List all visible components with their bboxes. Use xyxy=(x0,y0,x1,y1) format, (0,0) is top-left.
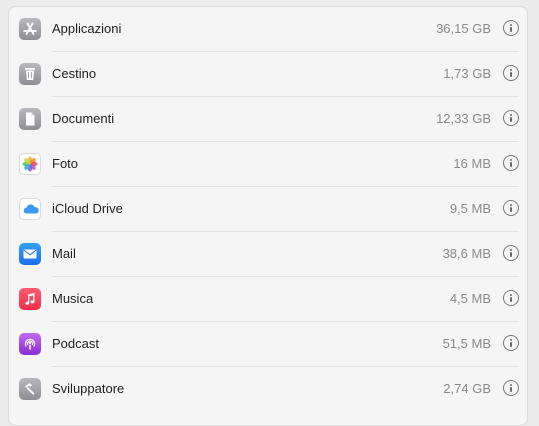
storage-row-size: 38,6 MB xyxy=(443,246,491,262)
mail-icon xyxy=(19,243,41,265)
storage-row-size: 36,15 GB xyxy=(436,21,491,37)
storage-row-label: Applicazioni xyxy=(52,21,121,37)
storage-row-mail[interactable]: Mail 38,6 MB xyxy=(9,232,529,277)
info-icon[interactable] xyxy=(503,20,519,36)
info-icon[interactable] xyxy=(503,155,519,171)
storage-row-size: 12,33 GB xyxy=(436,111,491,127)
app-store-icon xyxy=(19,18,41,40)
storage-row-label: Podcast xyxy=(52,336,99,352)
storage-row-label: Foto xyxy=(52,156,78,172)
storage-row-photos[interactable]: Foto 16 MB xyxy=(9,142,529,187)
document-icon xyxy=(19,108,41,130)
info-icon[interactable] xyxy=(503,380,519,396)
storage-row-music[interactable]: Musica 4,5 MB xyxy=(9,277,529,322)
storage-row-size: 1,73 GB xyxy=(443,66,491,82)
hammer-icon xyxy=(19,378,41,400)
info-icon[interactable] xyxy=(503,335,519,351)
storage-row-podcast[interactable]: Podcast 51,5 MB xyxy=(9,322,529,367)
storage-row-label: iCloud Drive xyxy=(52,201,123,217)
storage-row-developer[interactable]: Sviluppatore 2,74 GB xyxy=(9,367,529,412)
info-icon[interactable] xyxy=(503,245,519,261)
info-icon[interactable] xyxy=(503,110,519,126)
storage-row-size: 9,5 MB xyxy=(450,201,491,217)
storage-row-label: Cestino xyxy=(52,66,96,82)
trash-icon xyxy=(19,63,41,85)
icloud-icon xyxy=(19,198,41,220)
storage-row-label: Mail xyxy=(52,246,76,262)
storage-row-label: Sviluppatore xyxy=(52,381,124,397)
storage-row-size: 51,5 MB xyxy=(443,336,491,352)
storage-row-size: 16 MB xyxy=(453,156,491,172)
storage-row-documents[interactable]: Documenti 12,33 GB xyxy=(9,97,529,142)
info-icon[interactable] xyxy=(503,200,519,216)
storage-row-trash[interactable]: Cestino 1,73 GB xyxy=(9,52,529,97)
podcast-icon xyxy=(19,333,41,355)
storage-categories-panel: Applicazioni 36,15 GB Cestino 1,73 GB Do… xyxy=(8,6,528,426)
storage-row-size: 4,5 MB xyxy=(450,291,491,307)
storage-row-label: Musica xyxy=(52,291,93,307)
storage-row-size: 2,74 GB xyxy=(443,381,491,397)
storage-row-icloud-drive[interactable]: iCloud Drive 9,5 MB xyxy=(9,187,529,232)
photos-icon xyxy=(19,153,41,175)
storage-row-applications[interactable]: Applicazioni 36,15 GB xyxy=(9,7,529,52)
storage-row-label: Documenti xyxy=(52,111,114,127)
music-icon xyxy=(19,288,41,310)
info-icon[interactable] xyxy=(503,65,519,81)
info-icon[interactable] xyxy=(503,290,519,306)
